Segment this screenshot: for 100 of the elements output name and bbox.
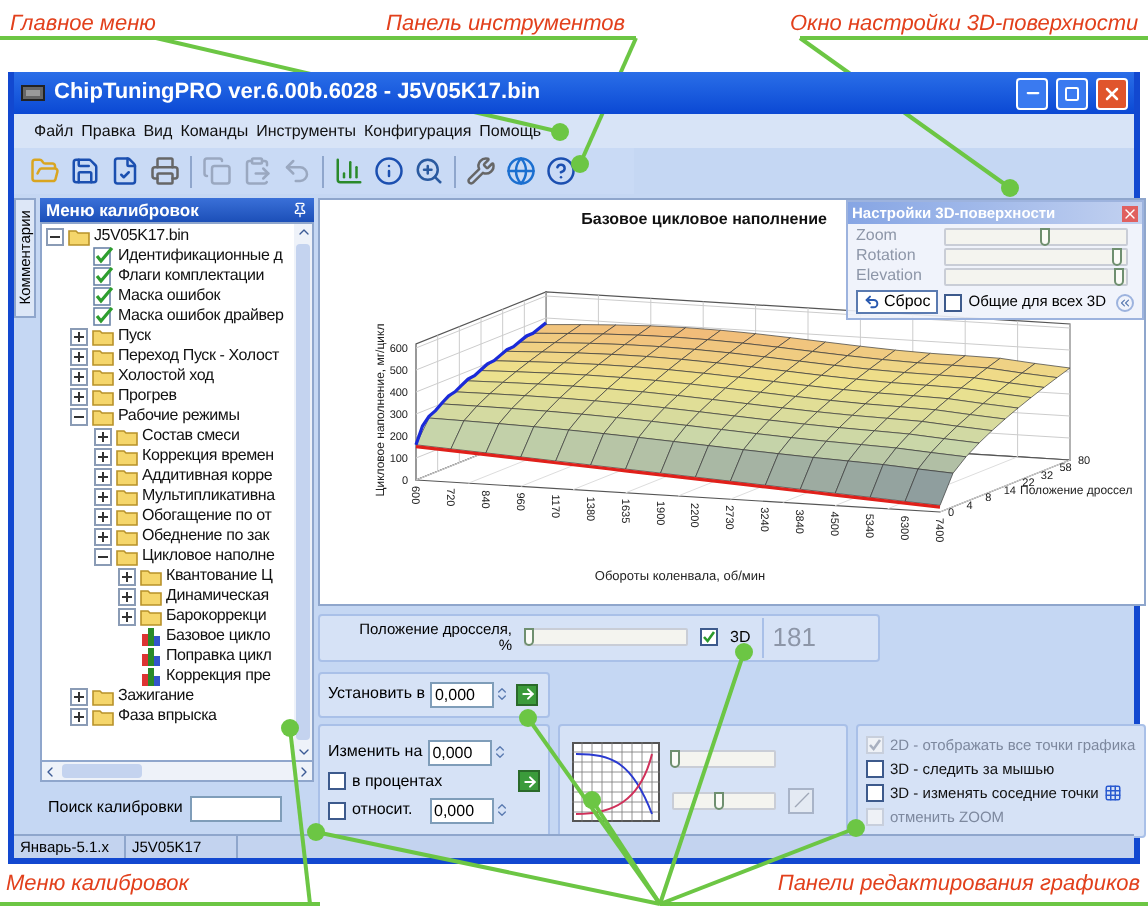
reset-button[interactable]: Сброс <box>856 290 939 314</box>
tree-item-label[interactable]: Квантование Ц <box>166 566 273 586</box>
expand-toggle[interactable] <box>70 707 88 725</box>
expand-toggle[interactable] <box>70 327 88 345</box>
slider[interactable] <box>944 227 1128 245</box>
tree-item-label[interactable]: J5V05K17.bin <box>94 226 189 246</box>
scroll-right-icon[interactable] <box>296 763 312 779</box>
search-field[interactable] <box>190 795 283 821</box>
tree-item-label[interactable]: Идентификационные д <box>118 246 283 266</box>
expand-toggle[interactable] <box>94 467 112 485</box>
tree-item-label[interactable]: Холостой ход <box>118 366 214 386</box>
checkbox[interactable] <box>700 628 718 646</box>
tree-item-label[interactable]: Фаза впрыска <box>118 706 217 726</box>
tree-item-label[interactable]: Цикловое наполне <box>142 546 275 566</box>
slider[interactable] <box>672 749 776 767</box>
expand-toggle[interactable] <box>94 427 112 445</box>
save-check-icon[interactable] <box>110 156 140 186</box>
checkbox[interactable] <box>328 772 346 790</box>
spin-icon[interactable] <box>494 686 511 702</box>
apply-button[interactable] <box>518 770 540 792</box>
slider-thumb[interactable] <box>1114 267 1125 285</box>
tree-item-label[interactable]: Состав смеси <box>142 426 240 446</box>
number-field[interactable]: 0,000 <box>428 739 493 765</box>
checkbox[interactable] <box>944 293 963 311</box>
expand-toggle[interactable] <box>70 387 88 405</box>
bar-chart-icon[interactable] <box>334 156 364 186</box>
checkbox[interactable] <box>328 801 346 819</box>
tree-item-label[interactable]: Переход Пуск - Холост <box>118 346 279 366</box>
tree-item-label[interactable]: Коррекция времен <box>142 446 274 466</box>
slider-thumb[interactable] <box>523 628 534 646</box>
tree-item-label[interactable]: Динамическая <box>166 586 269 606</box>
grid-icon[interactable] <box>1104 784 1123 802</box>
expand-toggle[interactable] <box>94 487 112 505</box>
expand-toggle[interactable] <box>94 527 112 545</box>
tree-item-label[interactable]: Пуск <box>118 326 151 346</box>
tree-item-label[interactable]: Мультипликативна <box>142 486 275 506</box>
tree-item-label[interactable]: Прогрев <box>118 386 177 406</box>
vertical-scrollbar[interactable] <box>294 224 312 760</box>
tree-item-label[interactable]: Аддитивная корре <box>142 466 273 486</box>
menu-item[interactable]: Правка <box>81 119 136 143</box>
menu-item[interactable]: Команды <box>180 119 249 143</box>
scroll-down-icon[interactable] <box>295 744 311 760</box>
checkbox[interactable] <box>866 784 884 802</box>
slider[interactable] <box>944 247 1128 265</box>
menu-item[interactable]: Файл <box>34 119 74 143</box>
expand-toggle[interactable] <box>46 227 64 245</box>
globe-icon[interactable] <box>506 156 536 186</box>
tree-item-label[interactable]: Барокоррекци <box>166 606 267 626</box>
spin-icon[interactable] <box>492 744 509 760</box>
maximize-button[interactable] <box>1056 77 1088 109</box>
expand-toggle[interactable] <box>70 687 88 705</box>
wrench-icon[interactable] <box>466 156 496 186</box>
menu-item[interactable]: Инструменты <box>256 119 356 143</box>
slider-thumb[interactable] <box>713 791 723 809</box>
scroll-up-icon[interactable] <box>295 224 311 240</box>
expand-toggle[interactable] <box>94 507 112 525</box>
checkbox[interactable] <box>866 760 884 778</box>
menu-item[interactable]: Помощь <box>479 119 542 143</box>
slider-thumb[interactable] <box>1111 247 1121 265</box>
save-icon[interactable] <box>70 156 100 186</box>
apply-button[interactable] <box>516 683 539 705</box>
slider-thumb[interactable] <box>1039 227 1049 245</box>
pin-icon[interactable] <box>292 202 308 218</box>
expand-toggle[interactable] <box>70 367 88 385</box>
tree-item-label[interactable]: Обогащение по от <box>142 506 272 526</box>
number-field[interactable]: 0,000 <box>430 797 494 823</box>
number-field[interactable]: 0,000 <box>430 681 495 707</box>
collapse-icon[interactable] <box>1116 293 1134 311</box>
expand-toggle[interactable] <box>70 347 88 365</box>
minimize-button[interactable] <box>1016 77 1048 109</box>
tree-item-label[interactable]: Обеднение по зак <box>142 526 270 546</box>
tree-item-label[interactable]: Коррекция пре <box>166 666 271 686</box>
tree-item-label[interactable]: Маска ошибок драйвер <box>118 306 284 326</box>
expand-toggle[interactable] <box>118 567 136 585</box>
slider-thumb[interactable] <box>670 749 680 767</box>
search-icon[interactable] <box>414 156 444 186</box>
tree-item-label[interactable]: Маска ошибок <box>118 286 221 306</box>
expand-toggle[interactable] <box>70 407 88 425</box>
close-icon[interactable] <box>1122 205 1138 221</box>
expand-toggle[interactable] <box>118 607 136 625</box>
help-icon[interactable] <box>546 156 576 186</box>
info-icon[interactable] <box>374 156 404 186</box>
expand-toggle[interactable] <box>94 447 112 465</box>
slider[interactable] <box>524 628 688 646</box>
slider[interactable] <box>944 267 1128 285</box>
close-button[interactable] <box>1096 77 1128 109</box>
menu-item[interactable]: Вид <box>143 119 173 143</box>
tree-item-label[interactable]: Рабочие режимы <box>118 406 240 426</box>
menu-item[interactable]: Конфигурация <box>363 119 472 143</box>
scroll-left-icon[interactable] <box>42 763 58 779</box>
spin-icon[interactable] <box>494 802 510 818</box>
tree-item-label[interactable]: Поправка цикл <box>166 646 272 666</box>
tree-item-label[interactable]: Базовое цикло <box>166 626 271 646</box>
expand-toggle[interactable] <box>94 547 112 565</box>
tree-item-label[interactable]: Флаги комплектации <box>118 266 265 286</box>
print-icon[interactable] <box>150 156 180 186</box>
expand-toggle[interactable] <box>118 587 136 605</box>
slider[interactable] <box>672 791 776 809</box>
tree-item-label[interactable]: Зажигание <box>118 686 194 706</box>
horizontal-scrollbar[interactable] <box>40 762 314 782</box>
